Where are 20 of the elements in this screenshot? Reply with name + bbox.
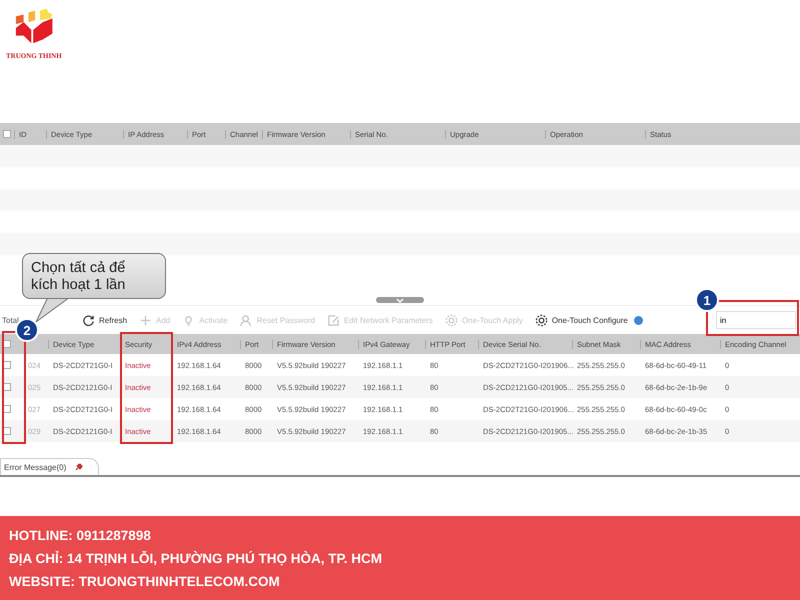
refresh-icon bbox=[82, 314, 95, 326]
footer-text: HOTLINE: 0911287898 bbox=[9, 528, 152, 542]
callout-bubble: Chọn tất cả để kích hoạt 1 lần bbox=[22, 253, 166, 299]
gear-icon bbox=[534, 314, 548, 326]
plus-icon bbox=[139, 314, 152, 326]
collapse-handle[interactable] bbox=[376, 297, 424, 303]
search-field[interactable]: in bbox=[716, 311, 796, 329]
checkbox[interactable] bbox=[3, 130, 11, 138]
footer-text: WEBSITE: TRUONGTHINHTELECOM.COM bbox=[9, 574, 281, 588]
edit-icon bbox=[326, 314, 340, 326]
person-icon bbox=[240, 314, 253, 326]
toolbar-button[interactable]: Refresh bbox=[80, 314, 130, 326]
gear-icon bbox=[444, 314, 458, 326]
error-message-tab[interactable]: Error Message(0) bbox=[0, 458, 100, 475]
info-icon[interactable] bbox=[634, 316, 643, 324]
footer-text: ĐỊA CHỈ: 14 TRỊNH LỖI, PHƯỜNG PHÚ THỌ HÒA, TP. HCM bbox=[9, 550, 383, 566]
toolbar-button[interactable]: One-Touch Configure bbox=[532, 314, 630, 326]
total-label: Total bbox=[2, 316, 20, 324]
step-marker: 1 bbox=[695, 288, 719, 312]
pin-icon[interactable] bbox=[74, 462, 84, 472]
